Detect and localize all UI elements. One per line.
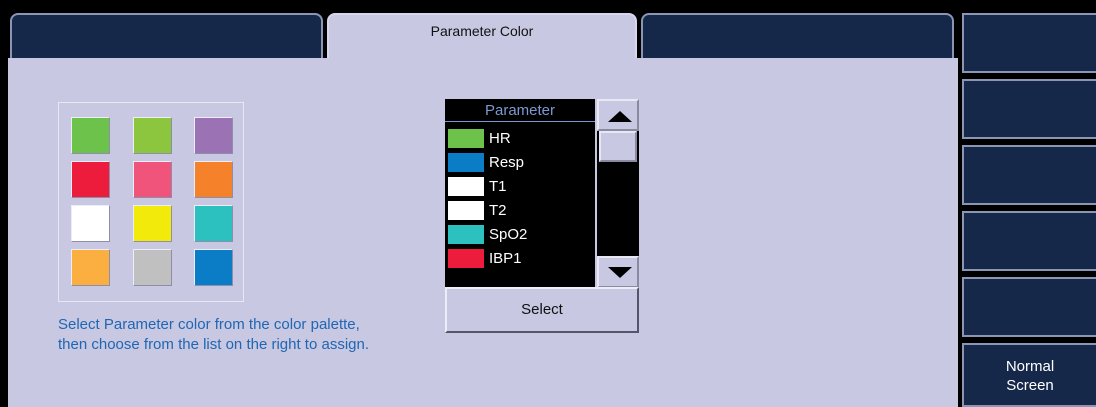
instructions-line-2: then choose from the list on the right t… <box>58 336 370 353</box>
side-button-4[interactable] <box>962 211 1096 271</box>
parameter-list-header: Parameter <box>445 101 595 122</box>
main-panel: Select Parameter color from the color pa… <box>8 58 958 407</box>
instructions-text: Select Parameter color from the color pa… <box>58 315 369 355</box>
palette-swatch-light-orange[interactable] <box>71 249 110 286</box>
palette-swatch-light-green[interactable] <box>133 117 172 154</box>
parameter-name: HR <box>489 130 511 147</box>
palette-swatch-gray[interactable] <box>133 249 172 286</box>
palette-swatch-teal[interactable] <box>194 205 233 242</box>
side-button-2[interactable] <box>962 79 1096 139</box>
parameter-swatch <box>448 225 484 244</box>
parameter-swatch <box>448 153 484 172</box>
normal-screen-label-line-2: Screen <box>1006 377 1054 394</box>
scroll-up-button[interactable] <box>597 99 639 131</box>
palette-swatch-purple[interactable] <box>194 117 233 154</box>
scroll-thumb[interactable] <box>599 131 637 162</box>
triangle-down-icon <box>608 267 632 278</box>
parameter-swatch <box>448 201 484 220</box>
palette-swatch-yellow[interactable] <box>133 205 172 242</box>
tab-left-label <box>12 15 321 23</box>
parameter-swatch <box>448 249 484 268</box>
tab-left[interactable] <box>10 13 323 60</box>
tab-parameter-color-label: Parameter Color <box>430 23 534 39</box>
palette-swatch-green[interactable] <box>71 117 110 154</box>
tab-right[interactable] <box>641 13 954 60</box>
palette-swatch-blue[interactable] <box>194 249 233 286</box>
palette-swatch-red[interactable] <box>71 161 110 198</box>
parameter-name: T2 <box>489 202 507 219</box>
triangle-up-icon <box>608 111 632 122</box>
side-button-5[interactable] <box>962 277 1096 337</box>
side-button-3[interactable] <box>962 145 1096 205</box>
parameter-list: Parameter HR Resp T1 T2 SpO2 IBP1 <box>445 99 595 287</box>
parameter-swatch <box>448 177 484 196</box>
parameter-name: IBP1 <box>489 250 522 267</box>
parameter-name: SpO2 <box>489 226 528 243</box>
select-button[interactable]: Select <box>445 287 639 333</box>
side-button-1[interactable] <box>962 13 1096 73</box>
parameter-swatch <box>448 129 484 148</box>
tab-parameter-color[interactable]: Parameter Color <box>327 13 637 60</box>
instructions-line-1: Select Parameter color from the color pa… <box>58 316 360 333</box>
palette-swatch-orange[interactable] <box>194 161 233 198</box>
normal-screen-label: Normal Screen <box>964 357 1096 395</box>
parameter-name: Resp <box>489 154 525 171</box>
palette-swatch-white[interactable] <box>71 205 110 242</box>
normal-screen-button[interactable]: Normal Screen <box>962 343 1096 407</box>
color-palette <box>58 102 244 302</box>
tab-right-label <box>643 15 952 23</box>
palette-swatch-pink[interactable] <box>133 161 172 198</box>
parameter-list-scrollbar[interactable] <box>597 99 639 288</box>
normal-screen-label-line-1: Normal <box>1005 358 1055 375</box>
parameter-name: T1 <box>489 178 507 195</box>
scroll-down-button[interactable] <box>597 256 639 288</box>
